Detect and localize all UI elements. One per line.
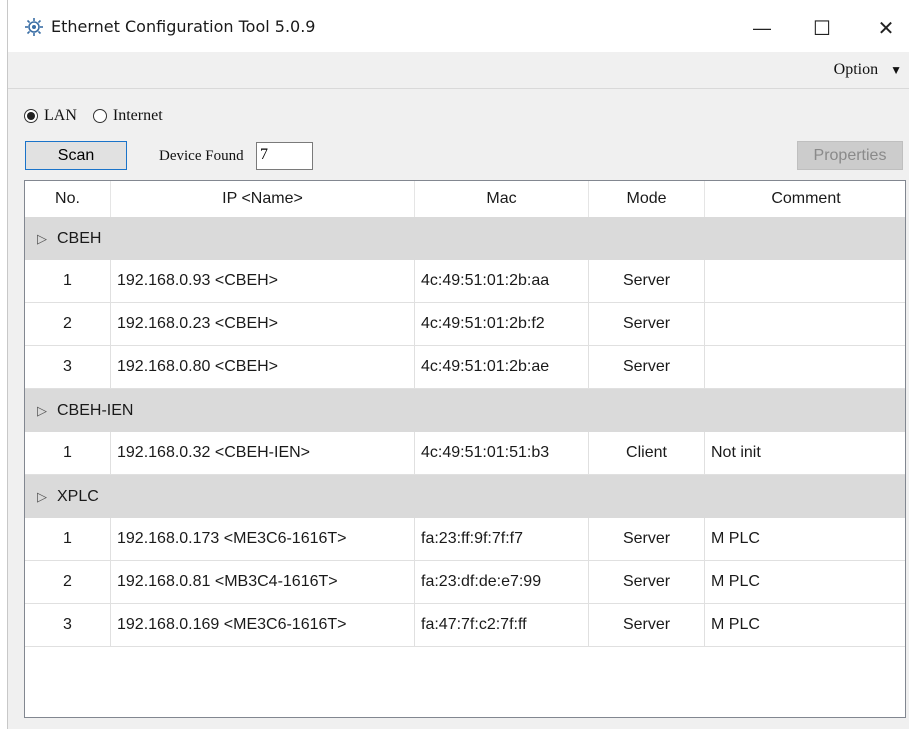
cell-comment: M PLC — [711, 616, 760, 633]
table-row[interactable]: 1 192.168.0.32 <CBEH-IEN> 4c:49:51:01:51… — [25, 432, 905, 475]
group-row-cbeh-ien[interactable]: ▷ CBEH-IEN — [25, 389, 905, 432]
table-row[interactable]: 1 192.168.0.173 <ME3C6-1616T> fa:23:ff:9… — [25, 518, 905, 561]
cell-ip: 192.168.0.23 <CBEH> — [111, 303, 415, 345]
cell-mode: Server — [589, 518, 705, 560]
cell-mode: Server — [589, 604, 705, 646]
cell-ip: 192.168.0.173 <ME3C6-1616T> — [111, 518, 415, 560]
expand-triangle-icon[interactable]: ▷ — [37, 489, 47, 505]
cell-mode: Server — [589, 303, 705, 345]
gear-network-icon — [25, 18, 43, 36]
device-found-field[interactable]: 7 — [256, 142, 313, 170]
cell-mac: 4c:49:51:01:2b:ae — [415, 346, 589, 388]
app-window: Ethernet Configuration Tool 5.0.9 — ☐ ✕ … — [7, 0, 909, 729]
column-header-no[interactable]: No. — [25, 181, 111, 217]
cell-mode: Server — [589, 561, 705, 603]
minimize-button[interactable]: — — [742, 10, 782, 46]
internet-label[interactable]: Internet — [113, 107, 163, 125]
cell-comment: Not init — [711, 444, 761, 461]
title-bar[interactable]: Ethernet Configuration Tool 5.0.9 — ☐ ✕ — [8, 0, 909, 52]
table-header: No. IP <Name> Mac Mode Comment — [25, 181, 905, 218]
cell-mac: 4c:49:51:01:2b:aa — [415, 260, 589, 302]
lan-label[interactable]: LAN — [44, 107, 77, 125]
cell-comment: M PLC — [711, 530, 760, 547]
minimize-icon: — — [753, 17, 771, 38]
column-header-ip[interactable]: IP <Name> — [111, 181, 415, 217]
table-row[interactable]: 3 192.168.0.169 <ME3C6-1616T> fa:47:7f:c… — [25, 604, 905, 647]
table-row[interactable]: 1 192.168.0.93 <CBEH> 4c:49:51:01:2b:aa … — [25, 260, 905, 303]
group-name: CBEH-IEN — [57, 401, 134, 419]
maximize-button[interactable]: ☐ — [802, 10, 842, 46]
cell-no: 3 — [25, 346, 111, 388]
cell-ip: 192.168.0.32 <CBEH-IEN> — [111, 432, 415, 474]
cell-mac: 4c:49:51:01:51:b3 — [415, 432, 589, 474]
lan-radio[interactable] — [24, 109, 38, 123]
scan-button[interactable]: Scan — [25, 141, 127, 170]
cell-no: 1 — [25, 518, 111, 560]
cell-mac: 4c:49:51:01:2b:f2 — [415, 303, 589, 345]
device-found-label: Device Found — [159, 148, 244, 164]
cell-mac: fa:47:7f:c2:7f:ff — [415, 604, 589, 646]
group-name: XPLC — [57, 487, 99, 505]
cell-mac: fa:23:df:de:e7:99 — [415, 561, 589, 603]
window-title: Ethernet Configuration Tool 5.0.9 — [51, 17, 316, 36]
close-button[interactable]: ✕ — [866, 10, 906, 46]
cell-mac: fa:23:ff:9f:7f:f7 — [415, 518, 589, 560]
device-table[interactable]: No. IP <Name> Mac Mode Comment ▷ CBEH 1 … — [24, 180, 906, 718]
cell-comment: M PLC — [711, 573, 760, 590]
properties-button[interactable]: Properties — [797, 141, 903, 170]
cell-ip: 192.168.0.93 <CBEH> — [111, 260, 415, 302]
cell-no: 1 — [25, 432, 111, 474]
cell-no: 2 — [25, 303, 111, 345]
option-menu-label: Option — [833, 61, 879, 78]
option-menu[interactable]: Option ▼ — [834, 61, 902, 79]
column-header-mac[interactable]: Mac — [415, 181, 589, 217]
group-row-cbeh[interactable]: ▷ CBEH — [25, 217, 905, 260]
dropdown-arrow-icon: ▼ — [890, 63, 902, 77]
group-row-xplc[interactable]: ▷ XPLC — [25, 475, 905, 518]
cell-ip: 192.168.0.169 <ME3C6-1616T> — [111, 604, 415, 646]
cell-mode: Client — [589, 432, 705, 474]
table-row[interactable]: 2 192.168.0.81 <MB3C4-1616T> fa:23:df:de… — [25, 561, 905, 604]
cell-no: 1 — [25, 260, 111, 302]
expand-triangle-icon[interactable]: ▷ — [37, 403, 47, 419]
maximize-icon: ☐ — [813, 17, 831, 40]
cell-no: 3 — [25, 604, 111, 646]
menu-bar: Option ▼ — [8, 52, 909, 89]
cell-comment — [705, 260, 905, 302]
close-icon: ✕ — [877, 17, 895, 40]
expand-triangle-icon[interactable]: ▷ — [37, 231, 47, 247]
cell-comment — [705, 303, 905, 345]
cell-mode: Server — [589, 346, 705, 388]
column-header-comment[interactable]: Comment — [705, 181, 905, 217]
cell-mode: Server — [589, 260, 705, 302]
table-row[interactable]: 2 192.168.0.23 <CBEH> 4c:49:51:01:2b:f2 … — [25, 303, 905, 346]
column-header-mode[interactable]: Mode — [589, 181, 705, 217]
cell-no: 2 — [25, 561, 111, 603]
group-name: CBEH — [57, 229, 102, 247]
table-row[interactable]: 3 192.168.0.80 <CBEH> 4c:49:51:01:2b:ae … — [25, 346, 905, 389]
network-mode-group: LAN Internet — [24, 107, 163, 125]
internet-radio[interactable] — [92, 109, 107, 123]
cell-comment — [705, 346, 905, 388]
cell-ip: 192.168.0.81 <MB3C4-1616T> — [111, 561, 415, 603]
cell-ip: 192.168.0.80 <CBEH> — [111, 346, 415, 388]
